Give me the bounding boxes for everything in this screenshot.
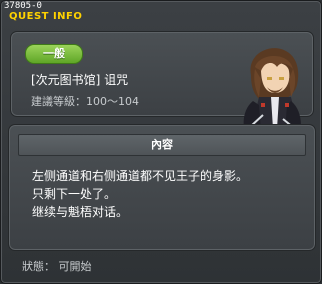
quest-summary-panel: 一般 [次元图书馆] 诅咒 建議等級：100～104: [10, 31, 314, 140]
quest-content-panel: 內容 左侧通道和右侧通道都不见王子的身影。 只剩下一处了。 继续与魁梧对话。: [8, 124, 316, 251]
content-line: 左侧通道和右侧通道都不见王子的身影。: [32, 169, 249, 183]
content-line: 只剩下一处了。: [32, 187, 117, 201]
content-header: 內容: [18, 134, 306, 156]
title-bar[interactable]: 37805-0 QUEST INFO: [1, 1, 321, 23]
quest-category-tag: 一般: [25, 44, 83, 64]
quest-status: 狀態： 可開始: [22, 260, 92, 273]
quest-name: [次元图书馆] 诅咒: [31, 73, 129, 87]
quest-id: 37805-0: [4, 1, 42, 11]
window-title: QUEST INFO: [9, 11, 83, 22]
content-line: 继续与魁梧对话。: [32, 205, 129, 219]
quest-info-window: 37805-0 QUEST INFO 一般 [次元图书馆] 诅咒 建議等級：10…: [0, 0, 322, 284]
content-text: 左侧通道和右侧通道都不见王子的身影。 只剩下一处了。 继续与魁梧对话。: [32, 167, 248, 221]
quest-level-range: 建議等級：100～104: [31, 95, 139, 108]
